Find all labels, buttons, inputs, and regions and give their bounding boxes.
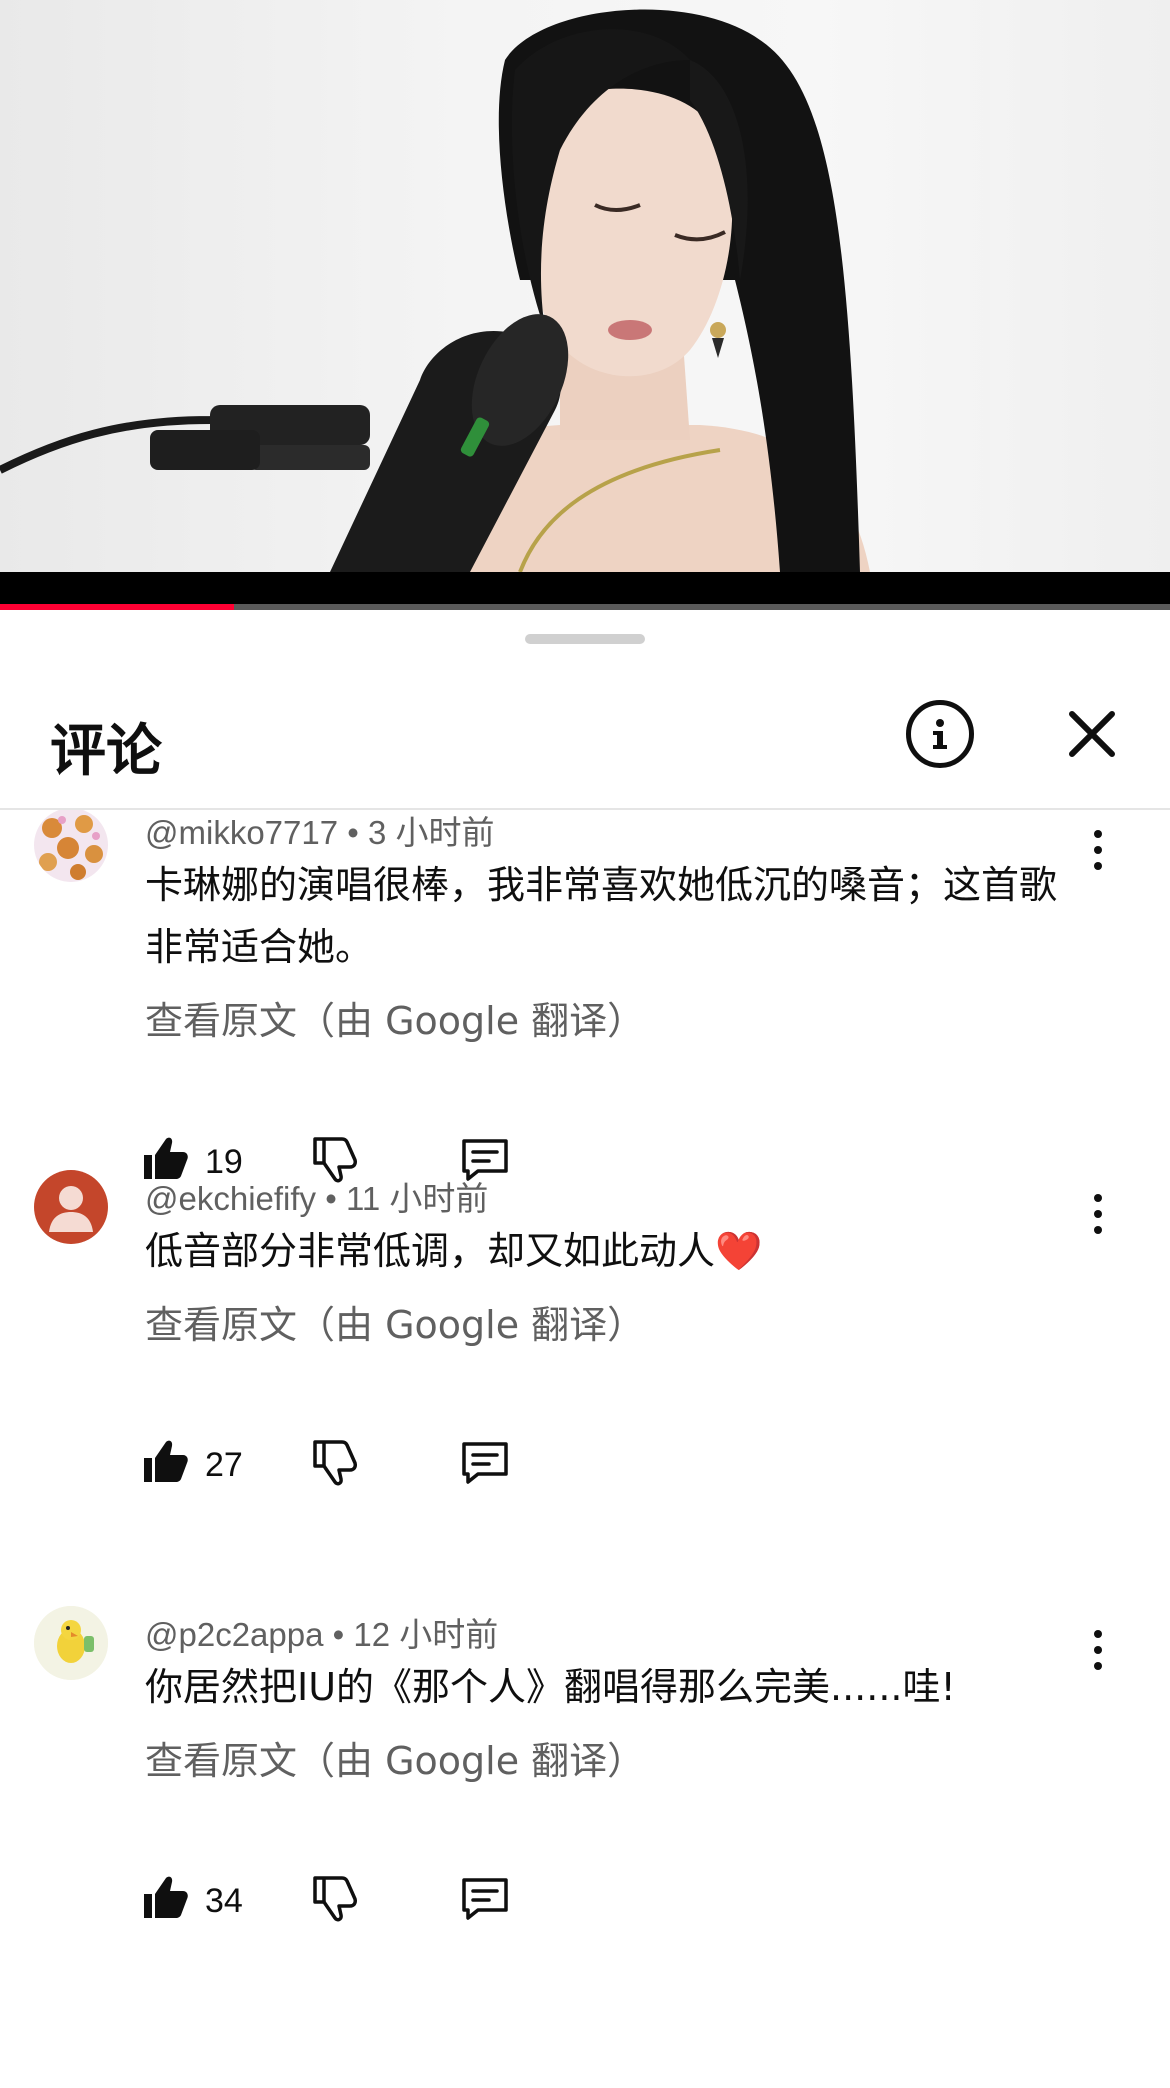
like-count: 27 (205, 1446, 243, 1484)
comments-list[interactable]: @mikko7717 • 3 小时前 卡琳娜的演唱很棒，我非常喜欢她低沉的嗓音；… (0, 810, 1170, 2088)
bird-avatar-icon (34, 1606, 108, 1680)
comment-text: 低音部分非常低调，却又如此动人❤️ (145, 1229, 763, 1273)
info-button[interactable] (906, 700, 974, 768)
reply-button[interactable] (458, 1872, 514, 1928)
thumb-up-icon (144, 1440, 188, 1482)
thumb-down-icon (313, 1876, 357, 1922)
comment-time: 12 小时前 (353, 1616, 499, 1653)
meta-separator: • (347, 814, 368, 851)
video-frame-image (0, 9, 870, 572)
like-count: 34 (205, 1882, 243, 1920)
see-original-link[interactable]: 查看原文（由 Google 翻译） (145, 1730, 645, 1785)
comment-meta: @ekchiefify • 11 小时前 (145, 1172, 488, 1220)
meta-separator: • (325, 1180, 346, 1217)
thumb-up-icon (144, 1876, 188, 1918)
comment-item: @p2c2appa • 12 小时前 你居然把IU的《那个人》翻唱得那么完美..… (0, 1582, 1170, 2088)
avatar[interactable] (34, 810, 108, 882)
comment-actions: 27 (140, 1436, 640, 1496)
comment-more-button[interactable] (1080, 1184, 1116, 1244)
sheet-drag-handle[interactable] (525, 634, 645, 644)
more-vert-icon-dot (1094, 1646, 1102, 1654)
comment-more-button[interactable] (1080, 820, 1116, 880)
more-vert-icon-dot (1094, 1194, 1102, 1202)
comment-time: 3 小时前 (368, 814, 495, 851)
comments-header: 评论 (0, 690, 1170, 800)
more-vert-icon-dot (1094, 1210, 1102, 1218)
comment-author[interactable]: @p2c2appa (145, 1616, 323, 1653)
comment-author[interactable]: @mikko7717 (145, 814, 338, 851)
comment-item: @ekchiefify • 11 小时前 低音部分非常低调，却又如此动人❤️ 查… (0, 1146, 1170, 1576)
like-button[interactable] (140, 1436, 194, 1492)
meta-separator: • (332, 1616, 354, 1653)
comment-time: 11 小时前 (345, 1180, 489, 1217)
avatar[interactable] (34, 1170, 108, 1244)
more-vert-icon-dot (1094, 862, 1102, 870)
comment-reply-icon (462, 1878, 508, 1920)
comment-author[interactable]: @ekchiefify (145, 1180, 316, 1217)
more-vert-icon-dot (1094, 830, 1102, 838)
comment-more-button[interactable] (1080, 1620, 1116, 1680)
see-original-link[interactable]: 查看原文（由 Google 翻译） (145, 1294, 645, 1349)
patterned-avatar-icon (34, 810, 108, 882)
default-person-avatar-icon (49, 1186, 93, 1232)
reply-button[interactable] (458, 1436, 514, 1492)
comments-title: 评论 (50, 719, 162, 784)
dislike-button[interactable] (310, 1436, 364, 1492)
comment-meta: @p2c2appa • 12 小时前 (145, 1608, 498, 1656)
video-player[interactable] (0, 0, 1170, 572)
more-vert-icon-dot (1094, 1226, 1102, 1234)
comment-text: 卡琳娜的演唱很棒，我非常喜欢她低沉的嗓音；这首歌非常适合她。 (145, 863, 1058, 969)
dislike-button[interactable] (310, 1872, 364, 1928)
comment-reply-icon (462, 1442, 508, 1484)
more-vert-icon-dot (1094, 1630, 1102, 1638)
comments-sheet: 评论 @mikko7717 • 3 小时前 卡琳娜的演唱很棒，我非常喜欢她低沉的… (0, 610, 1170, 2088)
see-original-link[interactable]: 查看原文（由 Google 翻译） (145, 990, 645, 1045)
avatar[interactable] (34, 1606, 108, 1680)
more-vert-icon-dot (1094, 846, 1102, 854)
close-button[interactable] (1058, 700, 1126, 768)
channel-watermark-logo (38, 14, 178, 70)
like-button[interactable] (140, 1872, 194, 1928)
more-vert-icon-dot (1094, 1662, 1102, 1670)
comment-meta: @mikko7717 • 3 小时前 (145, 810, 495, 854)
comment-actions: 34 (140, 1872, 640, 1932)
comment-text: 你居然把IU的《那个人》翻唱得那么完美......哇! (145, 1665, 956, 1709)
thumb-down-icon (313, 1440, 357, 1486)
info-icon (933, 719, 947, 749)
close-icon (1069, 711, 1115, 757)
